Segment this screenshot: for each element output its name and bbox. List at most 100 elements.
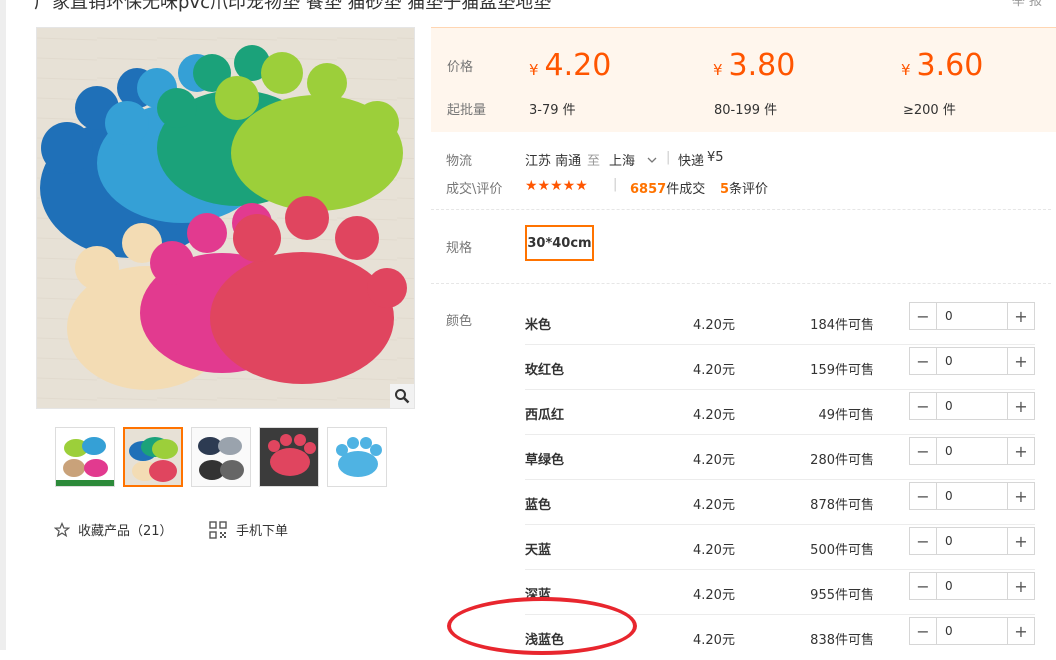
color-stock: 49件可售	[818, 408, 874, 423]
increment-button[interactable]: +	[1007, 618, 1034, 644]
increment-button[interactable]: +	[1007, 348, 1034, 374]
color-row-4: 蓝色 4.20元 878件可售 − +	[525, 480, 1035, 525]
color-price: 4.20元	[693, 588, 735, 603]
increment-button[interactable]: +	[1007, 393, 1034, 419]
color-stock: 184件可售	[810, 318, 874, 333]
quantity-input[interactable]	[937, 393, 1007, 419]
magnifier-icon	[395, 389, 410, 404]
color-name: 蓝色	[525, 498, 552, 513]
thumbnail-4[interactable]	[259, 427, 319, 487]
decrement-button[interactable]: −	[910, 303, 937, 329]
thumbnail-5[interactable]	[327, 427, 387, 487]
quantity-input[interactable]	[937, 483, 1007, 509]
increment-button[interactable]: +	[1007, 438, 1034, 464]
rating-stars: ★★★★★	[525, 178, 588, 194]
ship-to-word: 至	[587, 154, 601, 169]
color-row-3: 草绿色 4.20元 280件可售 − +	[525, 435, 1035, 480]
thumbnail-2-active[interactable]	[123, 427, 183, 487]
price-tier-1: ¥ 4.20	[529, 48, 612, 83]
quantity-input[interactable]	[937, 303, 1007, 329]
deals-count[interactable]: 6857件成交	[630, 178, 705, 197]
product-title: 厂家直销环保无味pvc爪印宠物垫 餐垫 猫砂垫 猫垫子猫盆垫地垫	[34, 0, 552, 13]
decrement-button[interactable]: −	[910, 438, 937, 464]
section-divider	[431, 209, 1051, 210]
decrement-button[interactable]: −	[910, 618, 937, 644]
moq-label: 起批量	[447, 103, 487, 118]
quantity-stepper: − +	[909, 572, 1035, 600]
color-price: 4.20元	[693, 318, 735, 333]
favorite-label: 收藏产品（21）	[78, 524, 173, 539]
quantity-stepper: − +	[909, 347, 1035, 375]
quantity-stepper: − +	[909, 392, 1035, 420]
star-outline-icon	[54, 521, 70, 537]
color-row-6: 深蓝 4.20元 955件可售 − +	[525, 570, 1035, 615]
color-name: 草绿色	[525, 453, 565, 468]
decrement-button[interactable]: −	[910, 528, 937, 554]
increment-button[interactable]: +	[1007, 573, 1034, 599]
main-product-image	[36, 27, 415, 409]
report-link[interactable]: 举 报	[1012, 0, 1042, 9]
color-price: 4.20元	[693, 633, 735, 648]
section-divider	[431, 283, 1051, 284]
color-row-7: 浅蓝色 4.20元 838件可售 − +	[525, 615, 1035, 660]
color-name: 玫红色	[525, 363, 565, 378]
quantity-stepper: − +	[909, 437, 1035, 465]
color-price: 4.20元	[693, 408, 735, 423]
color-name: 天蓝	[525, 543, 552, 558]
shipping-fee: ¥5	[707, 150, 724, 165]
increment-button[interactable]: +	[1007, 303, 1034, 329]
spec-label: 规格	[446, 241, 473, 256]
color-name: 浅蓝色	[525, 633, 565, 648]
ship-from: 江苏 南通	[525, 154, 582, 169]
thumbnail-1[interactable]	[55, 427, 115, 487]
price-box: 价格 起批量 ¥ 4.20 ¥ 3.80 ¥ 3.60 3-79 件 80-19…	[431, 27, 1056, 132]
quantity-input[interactable]	[937, 438, 1007, 464]
color-name: 米色	[525, 318, 552, 333]
color-stock: 878件可售	[810, 498, 874, 513]
favorite-product[interactable]: 收藏产品（21）	[54, 520, 173, 539]
decrement-button[interactable]: −	[910, 393, 937, 419]
thumbnail-strip	[55, 427, 395, 487]
divider: |	[613, 177, 618, 192]
quantity-input[interactable]	[937, 618, 1007, 644]
color-name: 西瓜红	[525, 408, 565, 423]
decrement-button[interactable]: −	[910, 483, 937, 509]
color-row-0: 米色 4.20元 184件可售 − +	[525, 300, 1035, 345]
chevron-down-icon	[647, 157, 657, 163]
decrement-button[interactable]: −	[910, 573, 937, 599]
decrement-button[interactable]: −	[910, 348, 937, 374]
destination-select[interactable]: 上海	[609, 150, 657, 169]
qty-range-1: 3-79 件	[529, 103, 576, 118]
increment-button[interactable]: +	[1007, 528, 1034, 554]
color-label: 颜色	[446, 314, 473, 329]
color-stock: 838件可售	[810, 633, 874, 648]
qty-range-2: 80-199 件	[714, 103, 778, 118]
color-price: 4.20元	[693, 498, 735, 513]
quantity-input[interactable]	[937, 528, 1007, 554]
color-stock: 955件可售	[810, 588, 874, 603]
quantity-stepper: − +	[909, 482, 1035, 510]
thumbnail-3[interactable]	[191, 427, 251, 487]
qr-code-icon	[209, 520, 227, 539]
color-stock: 159件可售	[810, 363, 874, 378]
quantity-stepper: − +	[909, 302, 1035, 330]
left-edge-strip	[0, 0, 6, 650]
quantity-input[interactable]	[937, 573, 1007, 599]
deals-reviews-label: 成交\评价	[446, 182, 503, 197]
quantity-input[interactable]	[937, 348, 1007, 374]
paw-mats-illustration	[37, 28, 414, 408]
mobile-order-label: 手机下单	[236, 524, 289, 539]
price-tier-3: ¥ 3.60	[901, 48, 984, 83]
mobile-order[interactable]: 手机下单	[209, 520, 288, 539]
increment-button[interactable]: +	[1007, 483, 1034, 509]
price-label: 价格	[447, 60, 474, 75]
color-name: 深蓝	[525, 588, 552, 603]
color-row-2: 西瓜红 4.20元 49件可售 − +	[525, 390, 1035, 435]
color-price: 4.20元	[693, 543, 735, 558]
shipping-method: 快递	[678, 154, 705, 169]
spec-option-selected[interactable]: 30*40cm	[525, 225, 594, 261]
zoom-button[interactable]	[390, 384, 414, 408]
review-count[interactable]: 5条评价	[720, 178, 768, 197]
qty-range-3: ≥200 件	[903, 103, 956, 118]
color-row-5: 天蓝 4.20元 500件可售 − +	[525, 525, 1035, 570]
